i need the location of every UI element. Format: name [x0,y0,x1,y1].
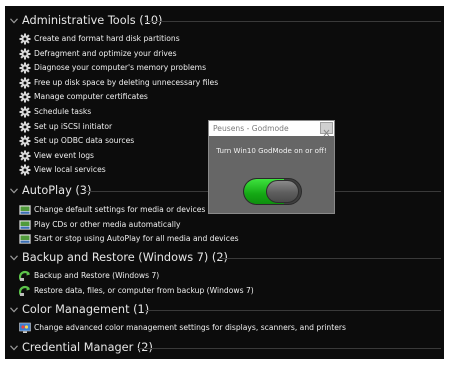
chevron-down-icon [10,345,18,351]
item-label: Restore data, files, or computer from ba… [34,285,254,295]
gear-icon [19,48,31,60]
color-management-icon [19,322,31,333]
close-button[interactable] [320,122,333,137]
chevron-down-icon [10,18,18,24]
group-header-credential-manager[interactable]: Credential Manager (2) [5,340,444,358]
group-divider [145,310,441,311]
item-label: Change advanced color management setting… [34,323,346,332]
item-label: Set up iSCSI initiator [34,121,113,131]
dialog-prompt: Turn Win10 GodMode on or off! [216,146,327,155]
godmode-toggle-switch[interactable] [243,178,302,205]
item-label: Create and format hard disk partitions [34,34,180,43]
list-item-restore-data-files-or-computer-from-back[interactable]: Restore data, files, or computer from ba… [19,284,349,298]
list-item-change-advanced-color-management-setting[interactable]: Change advanced color management setting… [19,321,349,335]
group-title: Backup and Restore (Windows 7) (2) [22,251,228,264]
godmode-dialog: Peusens - Godmode Turn Win10 GodMode on … [208,120,335,214]
backup-restore-icon [19,285,30,296]
item-label: Change default settings for media or dev… [34,205,206,214]
list-item-backup-and-restore-windows-7[interactable]: Backup and Restore (Windows 7) [19,269,349,283]
close-icon [323,129,330,137]
group-header-color-management[interactable]: Color Management (1) [5,302,444,320]
list-item-play-cds-or-other-media-automatically[interactable]: Play CDs or other media automatically [19,218,349,232]
gear-icon [19,62,31,74]
chevron-down-icon [10,255,18,261]
list-item-manage-computer-certificates[interactable]: Manage computer certificates [19,90,349,104]
toggle-knob[interactable] [266,180,299,203]
item-label: Diagnose your computer's memory problems [34,63,207,73]
list-item-free-up-disk-space-by-deleting-unnecessa[interactable]: Free up disk space by deleting unnecessa… [19,76,349,90]
group-title: AutoPlay (3) [22,184,92,197]
group-title: Administrative Tools (10) [22,14,163,27]
item-label: View local services [34,165,106,175]
autoplay-icon [19,234,31,244]
item-label: Free up disk space by deleting unnecessa… [34,77,219,87]
group-divider [218,258,441,259]
gear-icon [19,135,31,147]
item-label: Defragment and optimize your drives [34,48,177,58]
item-label: Backup and Restore (Windows 7) [34,271,160,280]
group-header-administrative-tools[interactable]: Administrative Tools (10) [5,13,444,31]
group-divider [138,348,441,349]
backup-restore-icon [19,270,30,281]
gear-icon [19,33,31,45]
list-item-diagnose-your-computer-s-memory-problems[interactable]: Diagnose your computer's memory problems [19,61,349,75]
group-title: Credential Manager (2) [22,341,153,354]
chevron-down-icon [10,188,18,194]
list-item-defragment-and-optimize-your-drives[interactable]: Defragment and optimize your drives [19,47,349,61]
group-title: Color Management (1) [22,303,150,316]
group-header-backup-restore[interactable]: Backup and Restore (Windows 7) (2) [5,250,444,268]
item-label: Set up ODBC data sources [34,136,135,146]
list-item-create-and-format-hard-disk-partitions[interactable]: Create and format hard disk partitions [19,32,349,46]
gear-icon [19,91,31,103]
gear-icon [19,77,31,89]
item-label: Play CDs or other media automatically [34,219,181,229]
autoplay-icon [19,205,31,215]
god-mode-folder-view: Administrative Tools (10) Create and for… [5,6,444,359]
gear-icon [19,150,31,162]
list-item-start-or-stop-using-autoplay-for-all-med[interactable]: Start or stop using AutoPlay for all med… [19,232,349,246]
item-label: View event logs [34,150,95,160]
chevron-down-icon [10,307,18,313]
item-label: Start or stop using AutoPlay for all med… [34,234,239,244]
item-label: Manage computer certificates [34,92,148,102]
item-label: Schedule tasks [34,107,92,116]
gear-icon [19,121,31,133]
list-item-schedule-tasks[interactable]: Schedule tasks [19,105,349,119]
autoplay-icon [19,219,31,230]
gear-icon [19,164,31,176]
gear-icon [19,106,31,118]
dialog-titlebar[interactable]: Peusens - Godmode [209,121,334,137]
dialog-title: Peusens - Godmode [213,124,289,133]
group-divider [145,21,441,22]
